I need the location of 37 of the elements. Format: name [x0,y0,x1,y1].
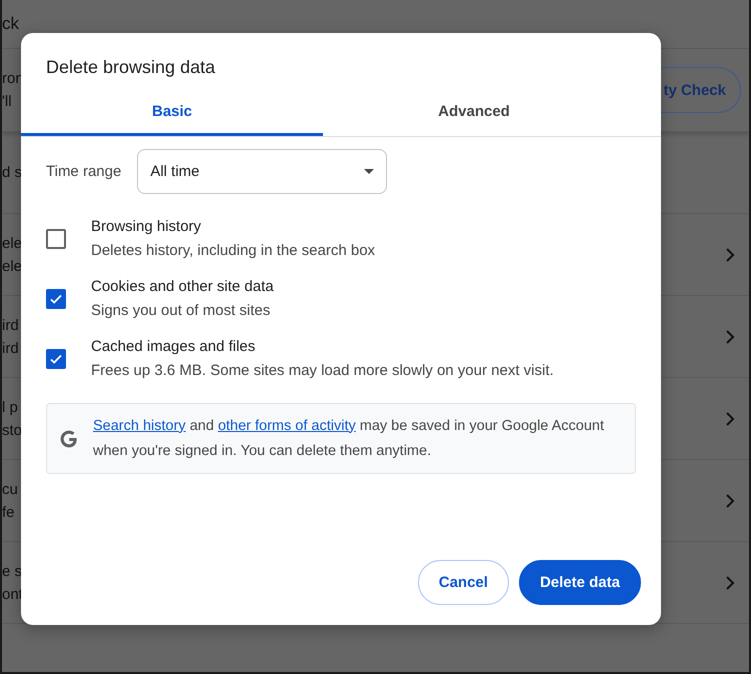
option-title: Cookies and other site data [91,278,274,295]
chevron-icon [725,574,735,590]
page-title: ck [2,14,19,34]
row-text: l p [2,398,19,416]
option-title: Browsing history [91,218,202,235]
row-text: ird [2,340,19,356]
banner-text: 'll [2,93,13,110]
dialog-title: Delete browsing data [46,57,216,78]
option-description: Signs you out of most sites [91,302,272,319]
checkbox[interactable] [46,348,66,368]
row-text: ele [2,234,22,252]
row-text: ird [2,316,19,334]
option-description: Deletes history, including in the search box [91,242,376,259]
option-title: Cached images and files [91,338,256,355]
tab[interactable]: Basic [21,90,323,136]
checkbox[interactable] [46,228,66,248]
caret-icon [364,169,374,174]
row-text: sto [2,422,22,438]
info-text: Search history and other forms of activity may be saved in your Google Account when you're signed in. You can delete them anytime. [93,416,605,460]
section-title: d s [2,164,22,181]
info-link[interactable]: Search history [93,418,186,434]
chevron-icon [725,410,735,426]
delete-button[interactable]: Delete data [518,560,641,605]
row-text: e s [2,562,23,580]
time-range-dropdown[interactable]: All time [137,149,388,194]
row-text: ele [2,258,22,274]
row-text: fe [2,504,16,520]
info-link[interactable]: other forms of activity [218,418,356,434]
option-description: Frees up 3.6 MB. Some sites may load more slowly on your next visit. [91,362,554,379]
chevron-icon [725,328,735,344]
row-text: cu [2,480,18,498]
checkbox[interactable] [46,288,66,308]
chevron-icon [725,492,735,508]
g-logo-icon [59,428,79,448]
time-range-label: Time range [46,163,122,180]
cancel-button[interactable]: Cancel [418,560,509,605]
chevron-icon [725,246,735,262]
